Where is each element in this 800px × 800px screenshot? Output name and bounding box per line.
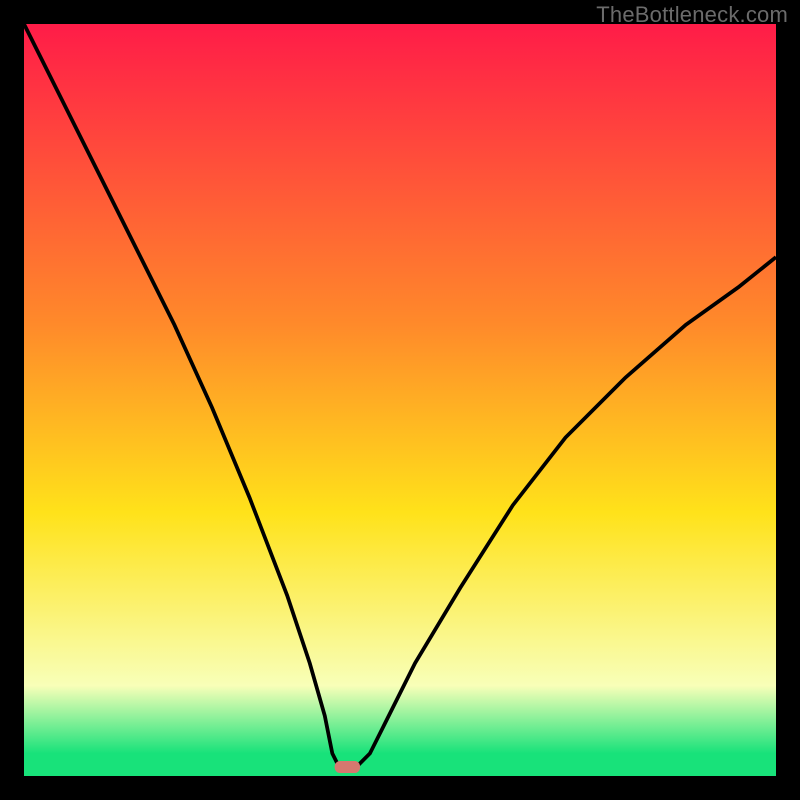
chart-svg [24, 24, 776, 776]
plot-area [24, 24, 776, 776]
optimum-marker [335, 761, 361, 773]
chart-frame: TheBottleneck.com [0, 0, 800, 800]
gradient-background [24, 24, 776, 776]
